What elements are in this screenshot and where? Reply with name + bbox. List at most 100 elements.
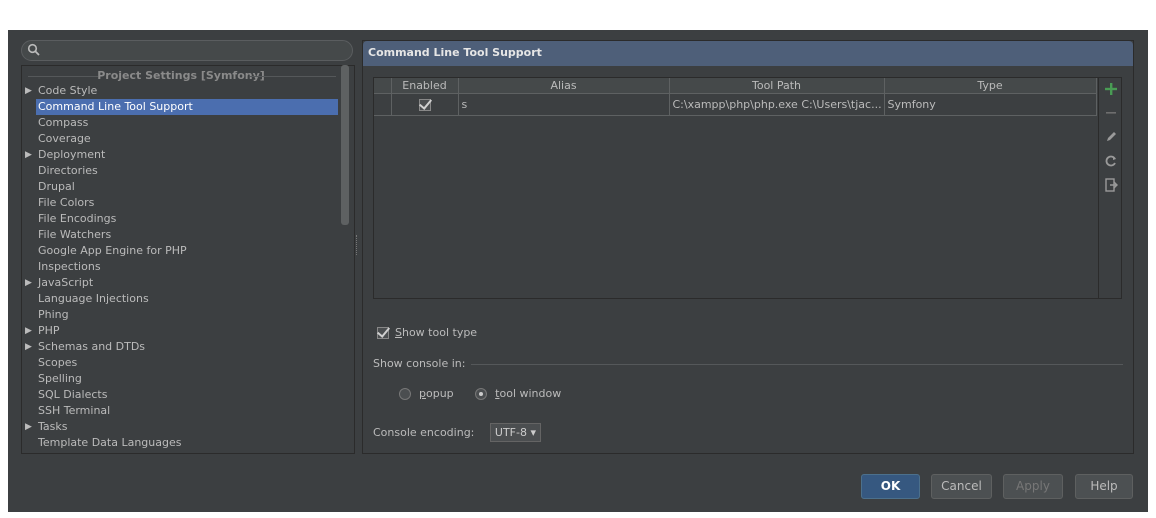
tool-path-cell[interactable]: C:\xampp\php\php.exe C:\Users\tjac... — [669, 93, 885, 116]
alias-cell[interactable]: s — [458, 93, 670, 116]
enabled-cell[interactable] — [391, 93, 459, 116]
tree-item-label: Deployment — [38, 148, 106, 161]
tree-item[interactable]: ▶ Code Style — [22, 83, 340, 99]
export-icon[interactable] — [1103, 178, 1119, 194]
tree-item-label: Directories — [38, 164, 98, 177]
type-cell[interactable]: Symfony — [884, 93, 1097, 116]
tree-item[interactable]: Spelling — [22, 371, 340, 387]
tool-window-radio[interactable] — [475, 388, 488, 400]
cancel-button[interactable]: Cancel — [931, 474, 992, 499]
tree-item-label: PHP — [38, 324, 60, 337]
table-row[interactable]: s C:\xampp\php\php.exe C:\Users\tjac... … — [374, 93, 1097, 116]
table-toolbar — [1098, 78, 1122, 298]
expand-arrow-icon[interactable]: ▶ — [25, 323, 32, 339]
tree-item-label: Inspections — [38, 260, 101, 273]
column-header-alias[interactable]: Alias — [458, 78, 670, 94]
expand-arrow-icon[interactable]: ▶ — [25, 419, 32, 435]
popup-radio[interactable] — [399, 388, 411, 400]
remove-icon[interactable] — [1103, 106, 1119, 122]
settings-tree: ▶ Code Style Command Line Tool Support Comp… — [22, 83, 340, 451]
tree-section-header: Project Settings [Symfony] — [22, 69, 340, 83]
tree-item[interactable]: Compass — [22, 115, 340, 131]
search-icon — [27, 43, 40, 56]
show-tool-type-label-rest: how tool type — [401, 326, 478, 339]
panel-title: Command Line Tool Support — [363, 41, 1133, 66]
expand-arrow-icon[interactable]: ▶ — [25, 147, 32, 163]
tree-item[interactable]: ▶ PHP — [22, 323, 340, 339]
tree-item-label: Phing — [38, 308, 69, 321]
popup-mnemonic: p — [419, 387, 426, 400]
tree-item[interactable]: Coverage — [22, 131, 340, 147]
help-button[interactable]: Help — [1075, 474, 1133, 499]
apply-button[interactable]: Apply — [1003, 474, 1063, 499]
tree-item-label: Drupal — [38, 180, 75, 193]
tree-item[interactable]: File Watchers — [22, 227, 340, 243]
tree-item-label: Scopes — [38, 356, 78, 369]
tool-window-option[interactable]: tool window — [475, 387, 561, 400]
table-header-row: Enabled Alias Tool Path Type — [374, 78, 1097, 94]
settings-tree-panel: Project Settings [Symfony] ▶ Code Style Co… — [21, 65, 355, 454]
tree-item-label: Spelling — [38, 372, 82, 385]
tree-item-label: Schemas and DTDs — [38, 340, 146, 353]
tree-item[interactable]: Google App Engine for PHP — [22, 243, 340, 259]
tree-item-label: File Colors — [38, 196, 95, 209]
tree-item-label: Coverage — [38, 132, 91, 145]
popup-option[interactable]: popup — [399, 387, 454, 400]
ok-button[interactable]: OK — [861, 474, 920, 499]
tree-item-label: JavaScript — [38, 276, 94, 289]
tree-item[interactable]: Scopes — [22, 355, 340, 371]
tree-item-label: Command Line Tool Support — [38, 100, 193, 113]
edit-icon[interactable] — [1103, 130, 1119, 146]
show-console-in-section: Show console in: — [373, 357, 1123, 370]
tree-item-label: Compass — [38, 116, 89, 129]
column-header-enabled[interactable]: Enabled — [391, 78, 459, 94]
tree-item-label: File Watchers — [38, 228, 112, 241]
search-input[interactable] — [21, 40, 353, 61]
refresh-icon[interactable] — [1103, 154, 1119, 170]
tree-item[interactable]: ▶ JavaScript — [22, 275, 340, 291]
tree-item[interactable]: ▶ Tasks — [22, 419, 340, 435]
show-tool-type-option[interactable]: Show tool type — [377, 326, 477, 339]
tree-item-label: Code Style — [38, 84, 98, 97]
expand-arrow-icon[interactable]: ▶ — [25, 83, 32, 99]
expand-arrow-icon[interactable]: ▶ — [25, 275, 32, 291]
command-line-tool-panel: Command Line Tool Support Enabled Alias … — [362, 40, 1134, 454]
tree-item[interactable]: Language Injections — [22, 291, 340, 307]
tree-item-label: Tasks — [38, 420, 68, 433]
tree-item[interactable]: ▶ Schemas and DTDs — [22, 339, 340, 355]
expand-arrow-icon[interactable]: ▶ — [25, 339, 32, 355]
column-header-type[interactable]: Type — [884, 78, 1097, 94]
tool-table: Enabled Alias Tool Path Type s C:\xampp\… — [374, 78, 1097, 116]
panel-splitter[interactable] — [356, 235, 358, 255]
console-encoding-select[interactable]: UTF-8 ▾ — [489, 423, 541, 442]
tool-window-label-rest: ool window — [499, 387, 562, 400]
tree-item[interactable]: Phing — [22, 307, 340, 323]
tree-item-label: Google App Engine for PHP — [38, 244, 187, 257]
tree-scrollbar[interactable] — [341, 65, 349, 225]
table-header-gutter — [374, 78, 392, 94]
tree-item[interactable]: Directories — [22, 163, 340, 179]
show-tool-type-mnemonic: S — [395, 326, 402, 339]
tree-item-label: Template Data Languages — [38, 436, 182, 449]
settings-dialog: Project Settings [Symfony] ▶ Code Style Co… — [8, 30, 1148, 512]
tree-item-label: SQL Dialects — [38, 388, 108, 401]
tree-item[interactable]: Drupal — [22, 179, 340, 195]
tree-item[interactable]: ▶ Deployment — [22, 147, 340, 163]
console-encoding-row: Console encoding: UTF-8 ▾ — [373, 423, 541, 442]
tree-item-label: File Encodings — [38, 212, 117, 225]
tree-item[interactable]: SSH Terminal — [22, 403, 340, 419]
tree-item[interactable]: SQL Dialects — [22, 387, 340, 403]
tree-item[interactable]: Template Data Languages — [22, 435, 340, 451]
chevron-down-icon: ▾ — [530, 426, 536, 439]
column-header-tool-path[interactable]: Tool Path — [669, 78, 885, 94]
console-location-options: popup tool window — [399, 387, 579, 400]
enabled-checkbox[interactable] — [418, 98, 431, 111]
tree-item-label: Language Injections — [38, 292, 149, 305]
show-tool-type-checkbox[interactable] — [377, 327, 389, 339]
show-tool-type-label: Show tool type — [395, 326, 477, 339]
tree-item[interactable]: File Colors — [22, 195, 340, 211]
tree-item[interactable]: Inspections — [22, 259, 340, 275]
tree-item[interactable]: Command Line Tool Support — [36, 99, 338, 115]
add-icon[interactable] — [1103, 82, 1119, 98]
tree-item[interactable]: File Encodings — [22, 211, 340, 227]
